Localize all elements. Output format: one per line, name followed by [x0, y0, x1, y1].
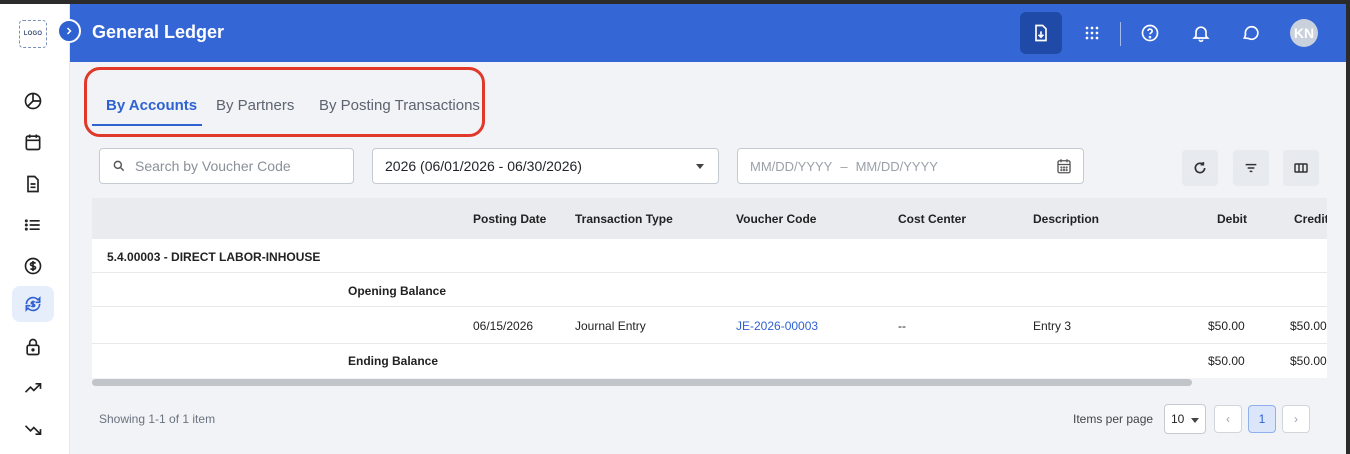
search-input[interactable] — [135, 158, 335, 174]
sidebar-item-general-ledger[interactable] — [12, 286, 54, 322]
column-header-description[interactable]: Description — [1033, 212, 1099, 226]
items-per-page-label: Items per page — [1073, 412, 1154, 426]
next-page-button[interactable]: › — [1282, 405, 1310, 433]
posting-date-cell: 06/15/2026 — [473, 319, 534, 333]
table-row: 06/15/2026 Journal Entry JE-2026-00003 -… — [92, 307, 1327, 344]
apps-button[interactable] — [1071, 12, 1113, 54]
trending-up-icon — [24, 383, 42, 393]
calendar-icon — [25, 134, 41, 151]
column-header-cost-center[interactable]: Cost Center — [898, 212, 966, 226]
table-header: Posting Date Transaction Type Voucher Co… — [92, 198, 1327, 239]
bell-icon — [1192, 26, 1210, 43]
period-select-value: 2026 (06/01/2026 - 06/30/2026) — [385, 158, 582, 174]
opening-balance-label: Opening Balance — [348, 284, 447, 298]
sidebar-item-documents[interactable] — [12, 166, 54, 202]
page-title: General Ledger — [92, 22, 225, 42]
ending-balance-label: Ending Balance — [348, 354, 439, 368]
sidebar: LOGO — [0, 4, 70, 454]
dollar-icon — [24, 257, 42, 275]
date-range-picker[interactable]: MM/DD/YYYY – MM/DD/YYYY — [737, 148, 1084, 184]
refresh-icon — [1194, 162, 1206, 174]
cost-center-cell: -- — [898, 319, 906, 333]
date-to-placeholder[interactable]: MM/DD/YYYY — [856, 159, 938, 174]
chevron-down-icon — [1191, 418, 1199, 423]
sidebar-item-list[interactable] — [12, 207, 54, 243]
description-cell: Entry 3 — [1033, 319, 1072, 333]
trending-down-icon — [24, 425, 42, 435]
period-select[interactable]: 2026 (06/01/2026 - 06/30/2026) — [372, 148, 719, 184]
help-icon — [1141, 24, 1159, 42]
sidebar-item-finance[interactable] — [12, 248, 54, 284]
chat-button[interactable] — [1230, 12, 1272, 54]
transaction-type-cell: Journal Entry — [575, 319, 646, 333]
ending-debit-cell: $50.00 — [1208, 354, 1245, 368]
logo: LOGO — [19, 20, 47, 48]
ending-credit-cell: $50.00 — [1290, 354, 1327, 368]
column-header-voucher-code[interactable]: Voucher Code — [736, 212, 816, 226]
sidebar-item-calendar[interactable] — [12, 124, 54, 160]
credit-cell: $50.00 — [1290, 319, 1327, 333]
help-button[interactable] — [1129, 12, 1171, 54]
refresh-button[interactable] — [1182, 150, 1218, 186]
voucher-code-link[interactable]: JE-2026-00003 — [736, 319, 818, 333]
table-row-opening-balance: Opening Balance — [92, 273, 1327, 307]
tab-by-partners[interactable]: By Partners — [216, 97, 294, 127]
chevron-right-icon — [66, 27, 72, 35]
prev-page-button[interactable]: ‹ — [1214, 405, 1242, 433]
top-header: General Ledger KN — [70, 4, 1346, 62]
date-from-placeholder[interactable]: MM/DD/YYYY — [750, 159, 832, 174]
export-icon — [1035, 24, 1047, 42]
columns-button[interactable] — [1283, 150, 1319, 186]
pie-chart-icon — [24, 92, 42, 110]
column-header-transaction-type[interactable]: Transaction Type — [575, 212, 673, 226]
window-right-edge — [1346, 4, 1350, 454]
chat-icon — [1243, 25, 1259, 41]
document-icon — [27, 175, 39, 193]
search-icon — [113, 160, 125, 172]
list-icon — [24, 219, 40, 231]
expand-sidebar-button[interactable] — [57, 19, 81, 43]
search-field[interactable] — [99, 148, 354, 184]
sidebar-item-dashboard[interactable] — [12, 83, 54, 119]
lock-icon — [26, 338, 40, 356]
debit-cell: $50.00 — [1208, 319, 1245, 333]
currency-exchange-icon — [25, 296, 41, 312]
items-per-page-select[interactable]: 10 — [1164, 404, 1206, 434]
page-1-button[interactable]: 1 — [1248, 405, 1276, 433]
sidebar-item-income[interactable] — [12, 370, 54, 406]
columns-icon — [1294, 163, 1308, 173]
avatar[interactable]: KN — [1290, 19, 1318, 47]
items-per-page-value: 10 — [1171, 412, 1185, 426]
active-tab-indicator — [92, 124, 202, 126]
account-name: 5.4.00003 - DIRECT LABOR-INHOUSE — [107, 250, 321, 264]
calendar-icon[interactable] — [1055, 157, 1073, 175]
chevron-down-icon — [696, 164, 704, 169]
horizontal-scrollbar[interactable] — [92, 379, 1192, 386]
tab-by-posting-transactions[interactable]: By Posting Transactions — [319, 97, 480, 127]
tab-by-accounts[interactable]: By Accounts — [106, 97, 197, 127]
header-divider — [1120, 22, 1121, 46]
ledger-table: Posting Date Transaction Type Voucher Co… — [92, 198, 1327, 378]
export-button[interactable] — [1020, 12, 1062, 54]
notifications-button[interactable] — [1180, 12, 1222, 54]
date-range-separator: – — [840, 158, 848, 174]
column-header-posting-date[interactable]: Posting Date — [473, 212, 546, 226]
column-header-debit[interactable]: Debit — [1217, 212, 1247, 226]
sidebar-item-security[interactable] — [12, 329, 54, 365]
column-header-credit[interactable]: Credit — [1294, 212, 1327, 226]
table-row-account: 5.4.00003 - DIRECT LABOR-INHOUSE — [92, 239, 1327, 273]
table-row-ending-balance: Ending Balance $50.00 $50.00 — [92, 344, 1327, 378]
sidebar-item-expense[interactable] — [12, 412, 54, 448]
filter-icon — [1245, 163, 1257, 173]
apps-grid-icon — [1085, 26, 1099, 40]
pagination-summary: Showing 1-1 of 1 item — [99, 412, 216, 426]
filter-button[interactable] — [1233, 150, 1269, 186]
